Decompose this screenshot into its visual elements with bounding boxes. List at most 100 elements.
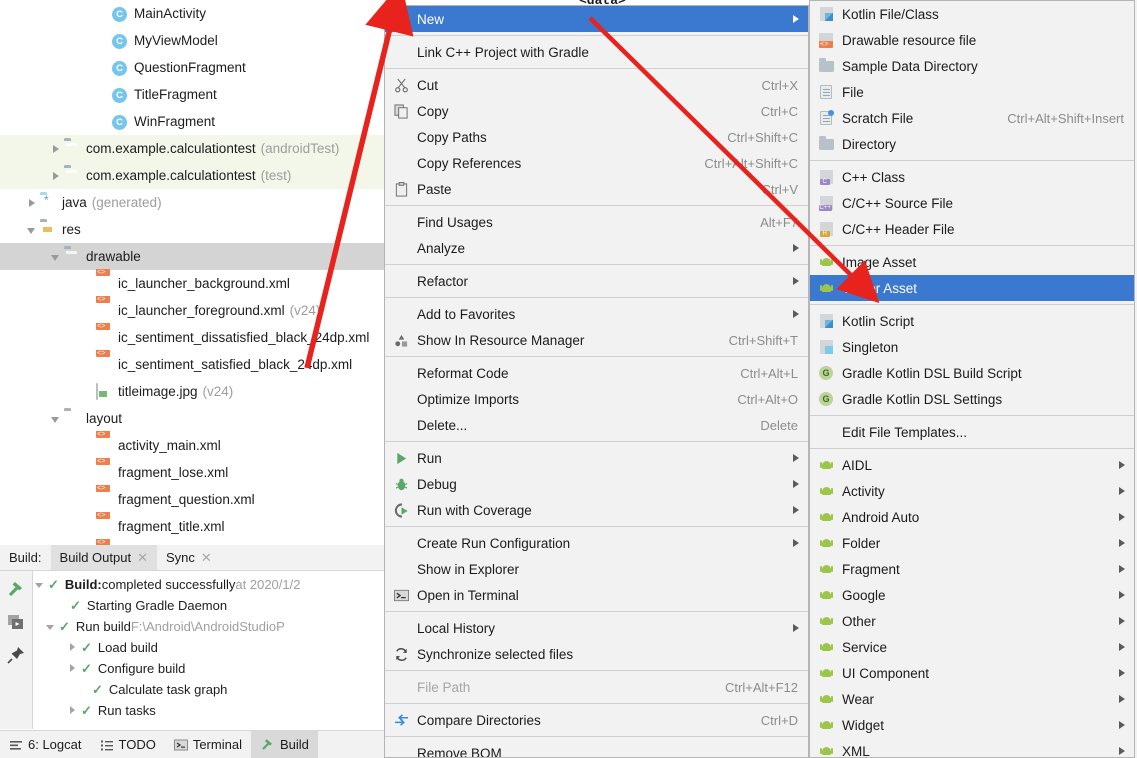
- build-tree-row[interactable]: ✓ Run build F:\Android\AndroidStudioP: [33, 616, 384, 637]
- twisty-open[interactable]: [33, 577, 48, 593]
- tree-row[interactable]: C WinFragment: [0, 108, 384, 135]
- menu-item-open-in-terminal[interactable]: Open in Terminal: [385, 582, 808, 608]
- menu-item-optimize-imports[interactable]: Optimize Imports Ctrl+Alt+O: [385, 386, 808, 412]
- menu-item-aidl[interactable]: AIDL: [810, 452, 1134, 478]
- tree-row[interactable]: res: [0, 216, 384, 243]
- menu-item-sample-data-directory[interactable]: Sample Data Directory: [810, 53, 1134, 79]
- menu-item-image-asset[interactable]: Image Asset: [810, 249, 1134, 275]
- menu-item-gradle-kotlin-dsl-build-script[interactable]: G Gradle Kotlin DSL Build Script: [810, 360, 1134, 386]
- twisty-open[interactable]: [24, 222, 40, 238]
- twisty-closed[interactable]: [48, 141, 64, 157]
- menu-item-cut[interactable]: Cut Ctrl+X: [385, 72, 808, 98]
- tree-row[interactable]: C TitleFragment: [0, 81, 384, 108]
- menu-item-xml[interactable]: XML: [810, 738, 1134, 757]
- build-tab-strip[interactable]: Build: Build Output ✕ Sync ✕: [0, 545, 384, 571]
- menu-item-remove-bom[interactable]: Remove BOM: [385, 740, 808, 758]
- tree-row[interactable]: ic_launcher_background.xml: [0, 270, 384, 297]
- menu-item-widget[interactable]: Widget: [810, 712, 1134, 738]
- tree-row[interactable]: drawable: [0, 243, 384, 270]
- restart-icon[interactable]: [4, 610, 28, 634]
- tree-row[interactable]: com.example.calculationtest (test): [0, 162, 384, 189]
- menu-item-local-history[interactable]: Local History: [385, 615, 808, 641]
- menu-item-refactor[interactable]: Refactor: [385, 268, 808, 294]
- menu-item-vector-asset[interactable]: Vector Asset: [810, 275, 1134, 301]
- tab-sync[interactable]: Sync ✕: [157, 545, 221, 570]
- menu-item-c-c-source-file[interactable]: C/C++ Source File: [810, 190, 1134, 216]
- pin-icon[interactable]: [4, 643, 28, 667]
- menu-item-fragment[interactable]: Fragment: [810, 556, 1134, 582]
- menu-item-show-in-resource-manager[interactable]: Show In Resource Manager Ctrl+Shift+T: [385, 327, 808, 353]
- menu-item-singleton[interactable]: Singleton: [810, 334, 1134, 360]
- twisty-closed[interactable]: [48, 168, 64, 184]
- menu-item-add-to-favorites[interactable]: Add to Favorites: [385, 301, 808, 327]
- project-context-menu[interactable]: New Link C++ Project with Gradle Cut Ctrl+X…: [384, 5, 809, 758]
- bottom-tab-build[interactable]: Build: [250, 731, 318, 758]
- menu-item-google[interactable]: Google: [810, 582, 1134, 608]
- build-tool-window[interactable]: Build: Build Output ✕ Sync ✕ ✓ Build: com…: [0, 545, 384, 758]
- project-tree-panel[interactable]: C MainActivity C MyViewModel C QuestionFragme…: [0, 0, 384, 545]
- close-icon[interactable]: ✕: [201, 550, 212, 566]
- build-tree-row[interactable]: ✓ Starting Gradle Daemon: [33, 595, 384, 616]
- menu-item-drawable-resource-file[interactable]: Drawable resource file: [810, 27, 1134, 53]
- twisty-open[interactable]: [48, 249, 64, 265]
- menu-item-run[interactable]: Run: [385, 445, 808, 471]
- tab-build-output[interactable]: Build Output ✕: [50, 545, 157, 570]
- menu-item-gradle-kotlin-dsl-settings[interactable]: G Gradle Kotlin DSL Settings: [810, 386, 1134, 412]
- menu-item-synchronize-selected-files[interactable]: Synchronize selected files: [385, 641, 808, 667]
- bottom-tab-terminal[interactable]: Terminal: [165, 731, 251, 758]
- menu-item-delete[interactable]: Delete... Delete: [385, 412, 808, 438]
- menu-item-android-auto[interactable]: Android Auto: [810, 504, 1134, 530]
- menu-item-activity[interactable]: Activity: [810, 478, 1134, 504]
- menu-item-folder[interactable]: Folder: [810, 530, 1134, 556]
- bottom-tab-logcat[interactable]: 6: Logcat: [0, 731, 91, 758]
- tree-row[interactable]: C QuestionFragment: [0, 54, 384, 81]
- menu-item-kotlin-file-class[interactable]: Kotlin File/Class: [810, 1, 1134, 27]
- menu-item-c-class[interactable]: C++ Class: [810, 164, 1134, 190]
- menu-item-run-with-coverage[interactable]: Run with Coverage: [385, 497, 808, 523]
- twisty-closed[interactable]: [66, 661, 81, 677]
- tree-row[interactable]: ic_launcher_foreground.xml (v24): [0, 297, 384, 324]
- menu-item-debug[interactable]: Debug: [385, 471, 808, 497]
- bottom-tab-todo[interactable]: TODO: [91, 731, 165, 758]
- tree-row[interactable]: C MyViewModel: [0, 27, 384, 54]
- tree-row[interactable]: layout: [0, 405, 384, 432]
- build-tree-row[interactable]: ✓ Load build: [33, 637, 384, 658]
- build-tree-row[interactable]: ✓ Build: completed successfully at 2020/1…: [33, 574, 384, 595]
- menu-item-link-c-project-with-gradle[interactable]: Link C++ Project with Gradle: [385, 39, 808, 65]
- menu-item-c-c-header-file[interactable]: C/C++ Header File: [810, 216, 1134, 242]
- menu-item-other[interactable]: Other: [810, 608, 1134, 634]
- new-submenu[interactable]: Kotlin File/Class Drawable resource file S…: [809, 0, 1135, 758]
- tree-row[interactable]: com.example.calculationtest (androidTest): [0, 135, 384, 162]
- build-gutter-toolbar[interactable]: [0, 571, 33, 729]
- menu-item-show-in-explorer[interactable]: Show in Explorer: [385, 556, 808, 582]
- twisty-open[interactable]: [44, 619, 59, 635]
- menu-item-kotlin-script[interactable]: Kotlin Script: [810, 308, 1134, 334]
- tree-row[interactable]: C MainActivity: [0, 0, 384, 27]
- menu-item-service[interactable]: Service: [810, 634, 1134, 660]
- menu-item-paste[interactable]: Paste Ctrl+V: [385, 176, 808, 202]
- twisty-closed[interactable]: [66, 640, 81, 656]
- build-tree-row[interactable]: ✓ Calculate task graph: [33, 679, 384, 700]
- build-tree-row[interactable]: ✓ Configure build: [33, 658, 384, 679]
- build-tree-row[interactable]: ✓ Run tasks: [33, 700, 384, 721]
- build-output-tree[interactable]: ✓ Build: completed successfully at 2020/1…: [33, 571, 384, 729]
- menu-item-directory[interactable]: Directory: [810, 131, 1134, 157]
- menu-item-edit-file-templates[interactable]: Edit File Templates...: [810, 419, 1134, 445]
- menu-item-wear[interactable]: Wear: [810, 686, 1134, 712]
- menu-item-ui-component[interactable]: UI Component: [810, 660, 1134, 686]
- menu-item-copy-references[interactable]: Copy References Ctrl+Alt+Shift+C: [385, 150, 808, 176]
- menu-item-new[interactable]: New: [385, 6, 808, 32]
- tree-row[interactable]: titleimage.jpg (v24): [0, 378, 384, 405]
- tree-row[interactable]: fragment_title.xml: [0, 513, 384, 540]
- menu-item-copy-paths[interactable]: Copy Paths Ctrl+Shift+C: [385, 124, 808, 150]
- bottom-tool-window-bar[interactable]: 6: Logcat TODO Terminal Build: [0, 730, 384, 758]
- tree-row[interactable]: ic_sentiment_satisfied_black_24dp.xml: [0, 351, 384, 378]
- twisty-closed[interactable]: [24, 195, 40, 211]
- menu-item-find-usages[interactable]: Find Usages Alt+F7: [385, 209, 808, 235]
- tree-row[interactable]: activity_main.xml: [0, 432, 384, 459]
- menu-item-create-run-configuration[interactable]: Create Run Configuration: [385, 530, 808, 556]
- menu-item-file[interactable]: File: [810, 79, 1134, 105]
- menu-item-file-path[interactable]: File Path Ctrl+Alt+F12: [385, 674, 808, 700]
- tree-row[interactable]: ic_sentiment_dissatisfied_black_24dp.xml: [0, 324, 384, 351]
- tree-row[interactable]: fragment_question.xml: [0, 486, 384, 513]
